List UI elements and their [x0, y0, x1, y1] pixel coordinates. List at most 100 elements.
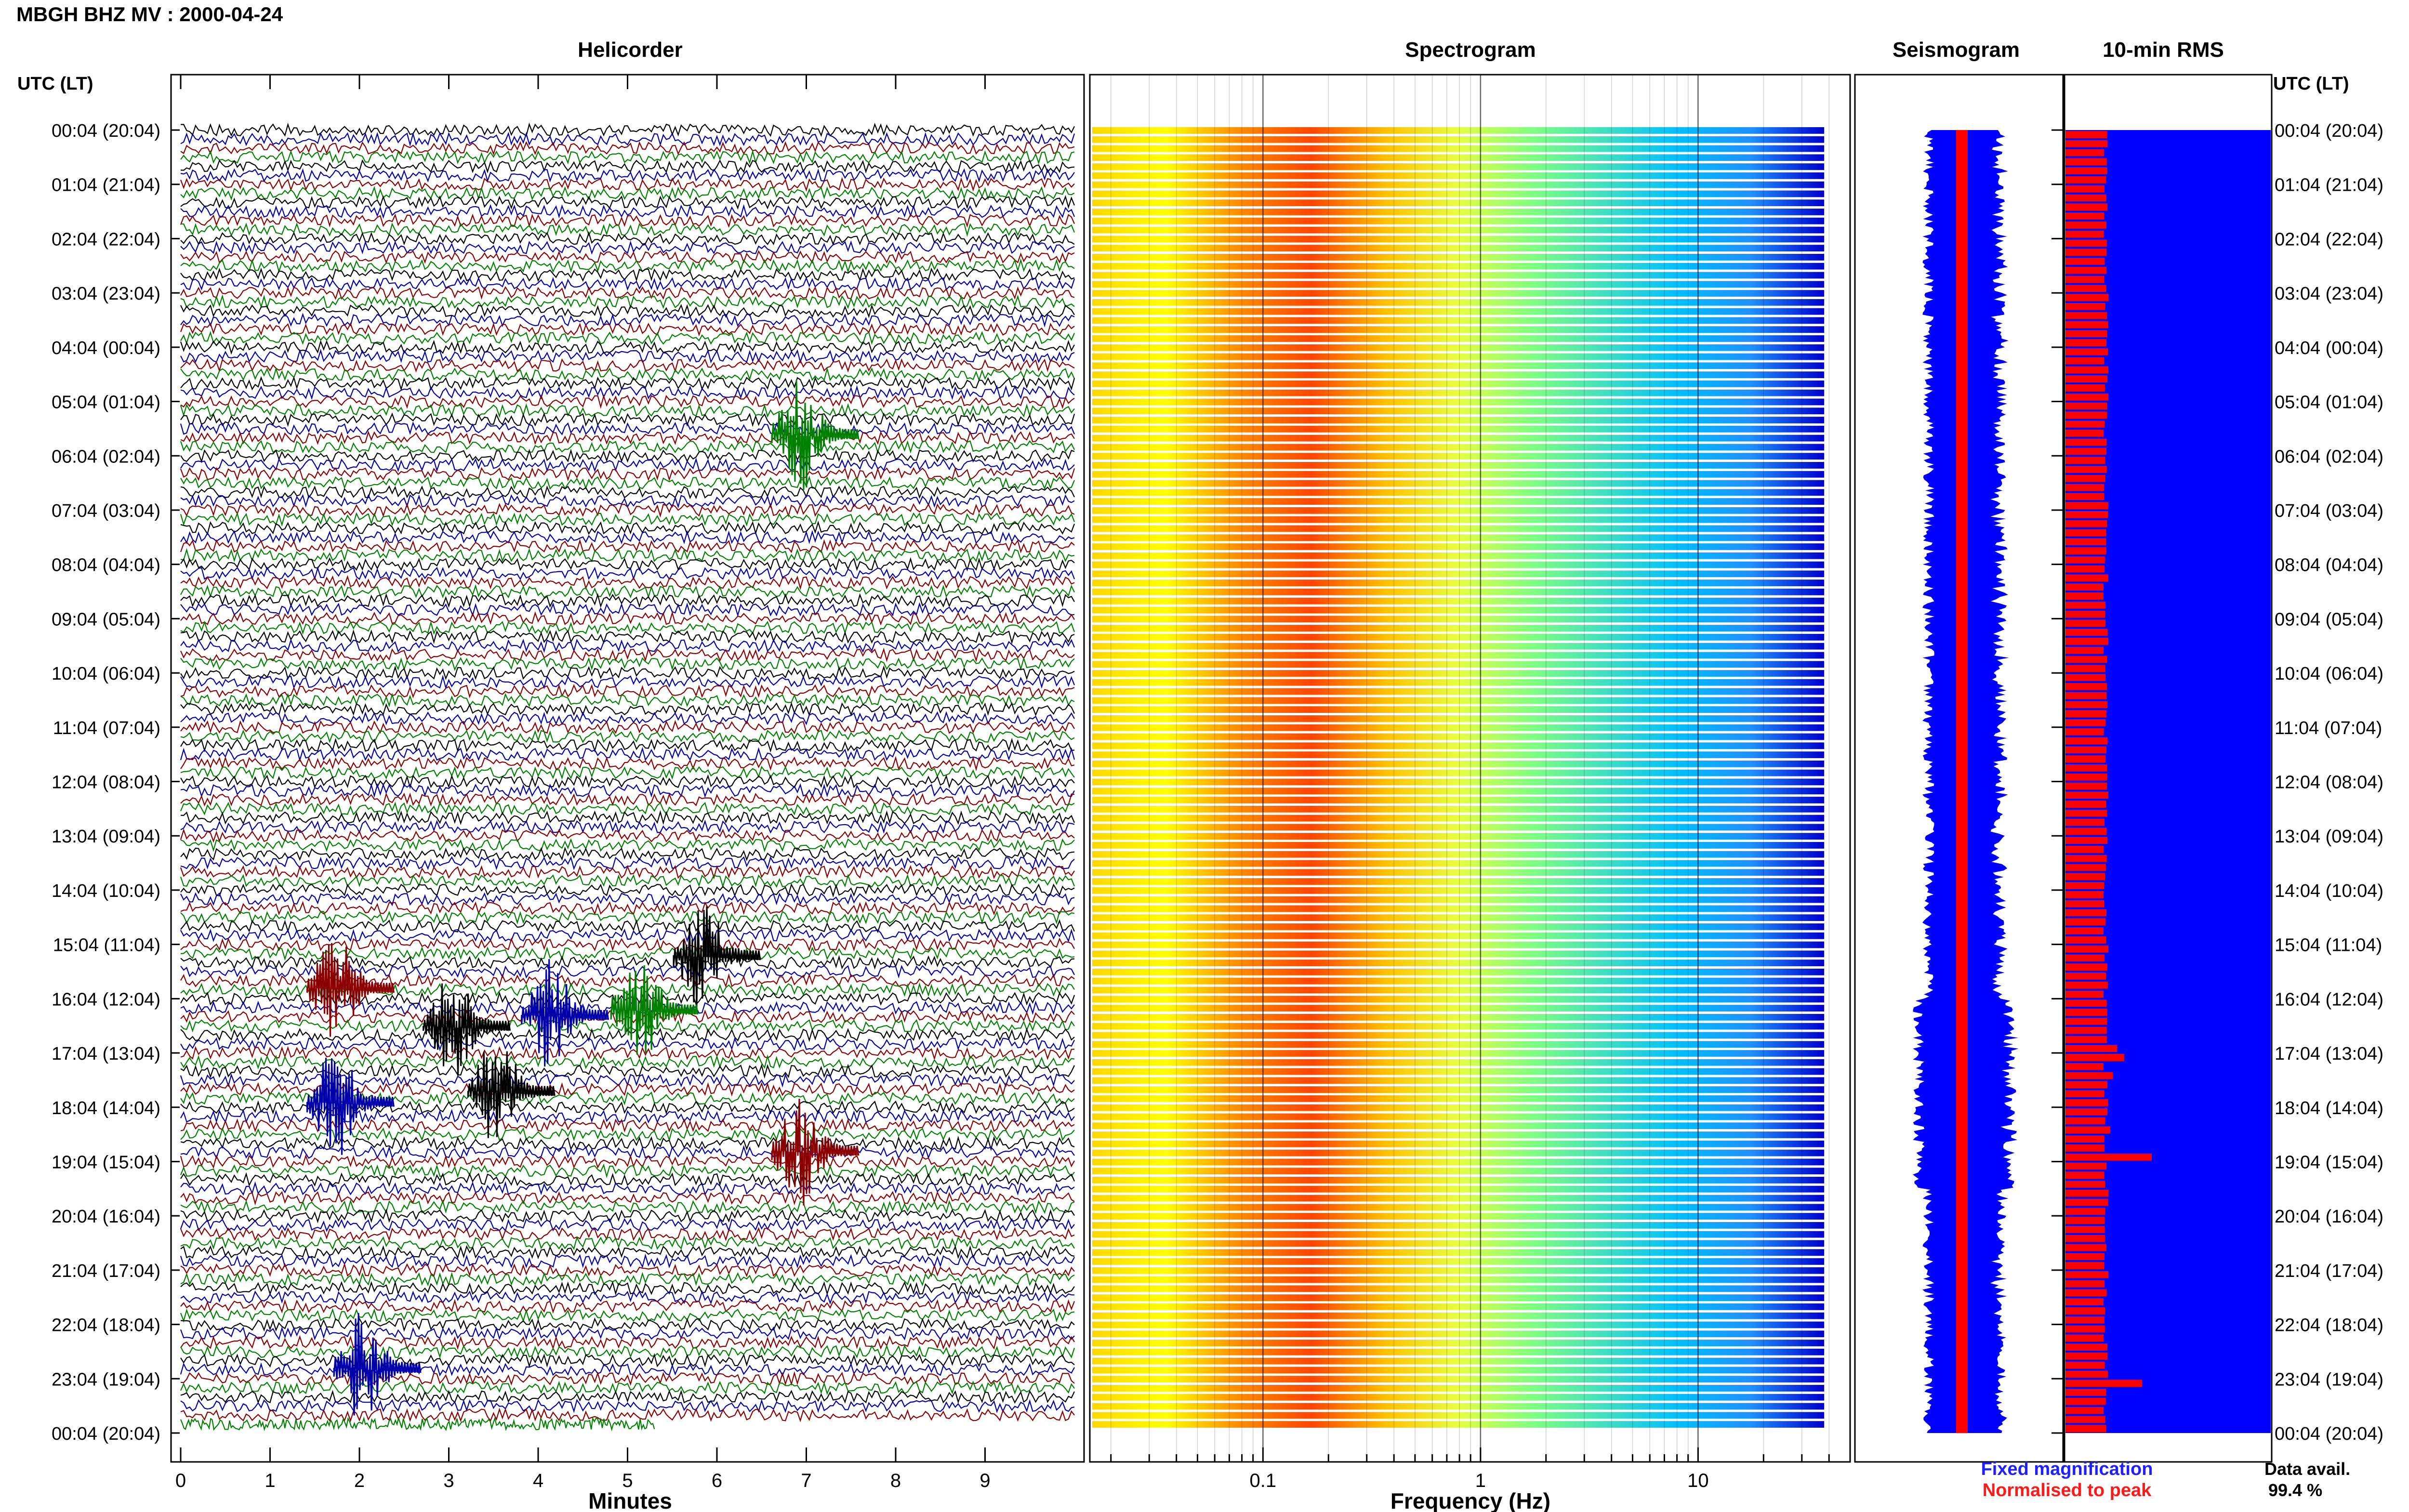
helicorder-row-label: 11:04 (07:04) [53, 718, 160, 738]
rms-bar [2065, 864, 2106, 871]
rms-bar [2065, 1225, 2105, 1233]
spectrogram-row [1092, 136, 1825, 143]
rms-bar [2065, 321, 2108, 329]
rms-bar [2065, 1181, 2105, 1188]
helicorder-x-tick-label: 3 [443, 1470, 454, 1491]
rms-bar [2065, 873, 2105, 881]
spectrogram-row [1092, 1077, 1825, 1084]
rms-bar [2065, 728, 2104, 736]
rms-bar [2065, 1189, 2109, 1197]
helicorder-row-label: 15:04 (11:04) [53, 935, 160, 956]
helicorder-x-tick-label: 4 [533, 1470, 543, 1491]
spectrogram-row [1092, 1376, 1825, 1383]
rms-bar [2065, 574, 2108, 582]
rms-bar [2065, 484, 2104, 491]
rms-bar [2065, 538, 2106, 546]
data-avail-label: Data avail. [2264, 1459, 2350, 1479]
rms-bar [2065, 981, 2108, 989]
spectrogram-row [1092, 950, 1825, 958]
spectrogram-row [1092, 805, 1825, 813]
spectrogram-row [1092, 245, 1825, 251]
helicorder-figure: MBGH BHZ MV : 2000-04-24 0 1 2 3 4 5 6 7 8 9 00:04… [0, 0, 2409, 1512]
rms-bar [2065, 629, 2108, 636]
spectrogram-row [1092, 534, 1825, 541]
right-time-header: UTC (LT) [2273, 74, 2349, 94]
spectrogram-row [1092, 1168, 1825, 1175]
rms-bar [2065, 855, 2107, 862]
spectrogram-row [1092, 1104, 1825, 1111]
rms-bar [2065, 1009, 2107, 1016]
spectrogram-row [1092, 1005, 1825, 1012]
rms-row-label: 21:04 (17:04) [2275, 1261, 2383, 1281]
spectrogram-row [1092, 1367, 1825, 1374]
helicorder-row-label: 00:04 (20:04) [52, 121, 160, 141]
data-avail-value: 99.4 % [2268, 1480, 2322, 1500]
rms-bar [2065, 882, 2105, 889]
rms-bar [2065, 1208, 2105, 1215]
spectrogram-row [1092, 1023, 1825, 1030]
rms-bar [2065, 828, 2107, 835]
helicorder-row-label: 22:04 (18:04) [52, 1315, 160, 1336]
spectrogram-title: Spectrogram [1405, 38, 1535, 62]
spectrogram-row [1092, 1195, 1825, 1202]
spectrogram-row [1092, 1403, 1825, 1410]
spectrogram-row [1092, 697, 1825, 704]
rms-row-label: 09:04 (05:04) [2275, 609, 2383, 630]
rms-bar [2065, 1090, 2105, 1097]
spectrogram-row [1092, 1294, 1825, 1302]
spectrogram-row [1092, 425, 1825, 433]
spectrogram-row [1092, 688, 1825, 695]
rms-row-label: 14:04 (10:04) [2275, 881, 2383, 901]
rms-title: 10-min RMS [2103, 38, 2224, 62]
rms-bar [2065, 1036, 2107, 1043]
rms-bar [2065, 999, 2107, 1007]
rms-bar [2065, 421, 2105, 428]
spectrogram-row [1092, 290, 1825, 297]
spectrogram-row [1092, 1140, 1825, 1147]
rms-bar [2065, 547, 2106, 554]
rms-bar [2065, 457, 2105, 464]
helicorder-row-label: 20:04 (16:04) [52, 1207, 160, 1227]
rms-bar [2065, 891, 2104, 898]
rms-bar [2065, 276, 2105, 283]
rms-bar [2065, 348, 2108, 355]
rms-bar [2065, 393, 2109, 401]
rms-bar [2065, 809, 2107, 817]
rms-row-label: 13:04 (09:04) [2275, 827, 2383, 847]
spectrogram-row [1092, 1357, 1825, 1365]
rms-bar [2065, 1126, 2111, 1134]
spectrogram-row [1092, 1421, 1825, 1428]
rms-bar [2065, 257, 2105, 265]
spectrogram-row [1092, 154, 1825, 161]
rms-bar [2065, 646, 2104, 654]
spectrogram-row [1092, 1041, 1825, 1048]
helicorder-row-label: 14:04 (10:04) [52, 881, 160, 901]
rms-bar [2065, 665, 2105, 672]
spectrogram-row [1092, 923, 1825, 930]
rms-bar [2065, 1054, 2124, 1061]
spectrogram-row [1092, 1095, 1825, 1102]
spectrogram-row [1092, 869, 1825, 876]
spectrogram-row [1092, 1267, 1825, 1274]
rms-bar [2065, 1026, 2107, 1034]
rms-bar [2065, 610, 2105, 618]
spectrogram-row [1092, 163, 1825, 170]
rms-row-label: 07:04 (03:04) [2275, 501, 2383, 521]
spectrogram-row [1092, 1131, 1825, 1138]
spectrogram-row [1092, 1086, 1825, 1093]
rms-row-label: 15:04 (11:04) [2275, 935, 2382, 956]
spectrogram-row [1092, 1050, 1825, 1057]
rms-bar [2065, 1253, 2105, 1261]
spectrogram-row [1092, 616, 1825, 623]
rms-row-label: 05:04 (01:04) [2275, 393, 2383, 413]
spectrogram-x-tick-label: 10 [1687, 1470, 1709, 1491]
spectrogram-panel: 0.1 1 10 [1089, 74, 1851, 1491]
spectrogram-row [1092, 380, 1825, 387]
helicorder-row-label: 01:04 (21:04) [52, 175, 160, 196]
spectrogram-row [1092, 1158, 1825, 1166]
spectrogram-row [1092, 733, 1825, 740]
spectrogram-row [1092, 679, 1825, 686]
rms-bar [2065, 167, 2107, 174]
spectrogram-row [1092, 417, 1825, 423]
rms-bar [2065, 692, 2107, 699]
